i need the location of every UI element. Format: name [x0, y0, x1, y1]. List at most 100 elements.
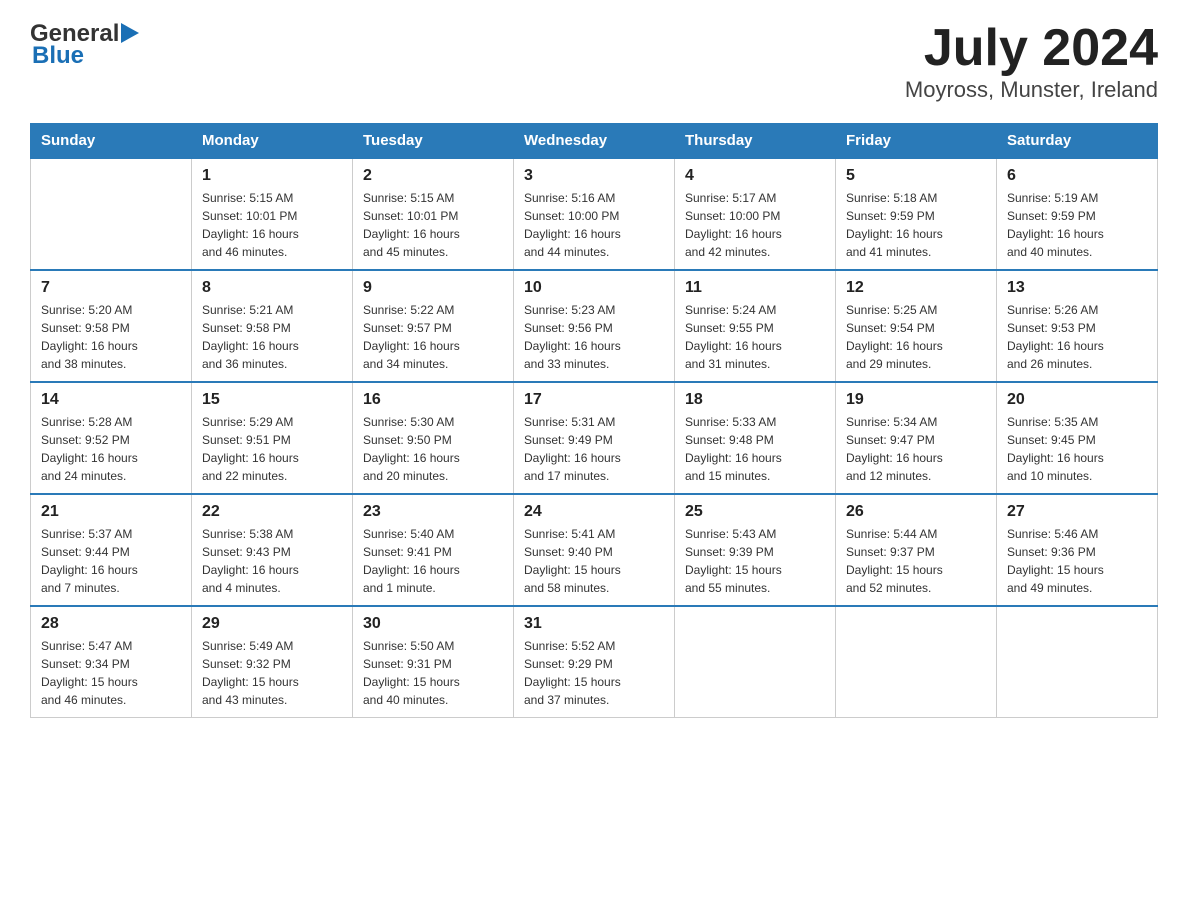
- day-info: Sunrise: 5:28 AM Sunset: 9:52 PM Dayligh…: [41, 413, 181, 485]
- page-title: July 2024: [905, 20, 1158, 77]
- day-number: 30: [363, 615, 503, 633]
- day-number: 24: [524, 503, 664, 521]
- day-number: 25: [685, 503, 825, 521]
- day-of-week-header: Saturday: [997, 124, 1158, 159]
- day-number: 7: [41, 279, 181, 297]
- day-number: 10: [524, 279, 664, 297]
- day-number: 5: [846, 167, 986, 185]
- calendar-cell: 5 Sunrise: 5:18 AM Sunset: 9:59 PM Daylig…: [836, 158, 997, 270]
- day-number: 21: [41, 503, 181, 521]
- day-info: Sunrise: 5:18 AM Sunset: 9:59 PM Dayligh…: [846, 189, 986, 261]
- calendar-cell: 11 Sunrise: 5:24 AM Sunset: 9:55 PM Dayli…: [675, 270, 836, 382]
- calendar-cell: 6Sunrise: 5:19 AM Sunset: 9:59 PM Daylig…: [997, 158, 1158, 270]
- day-info: Sunrise: 5:24 AM Sunset: 9:55 PM Dayligh…: [685, 301, 825, 373]
- day-of-week-header: Monday: [192, 124, 353, 159]
- day-number: 17: [524, 391, 664, 409]
- day-info: Sunrise: 5:21 AM Sunset: 9:58 PM Dayligh…: [202, 301, 342, 373]
- day-number: 20: [1007, 391, 1147, 409]
- logo-blue-text: Blue: [32, 42, 84, 70]
- calendar-cell: 28 Sunrise: 5:47 AM Sunset: 9:34 PM Dayli…: [31, 606, 192, 718]
- day-info: Sunrise: 5:37 AM Sunset: 9:44 PM Dayligh…: [41, 525, 181, 597]
- day-info: Sunrise: 5:40 AM Sunset: 9:41 PM Dayligh…: [363, 525, 503, 597]
- day-number: 23: [363, 503, 503, 521]
- day-info: Sunrise: 5:22 AM Sunset: 9:57 PM Dayligh…: [363, 301, 503, 373]
- day-info: Sunrise: 5:35 AM Sunset: 9:45 PM Dayligh…: [1007, 413, 1147, 485]
- calendar-cell: 12 Sunrise: 5:25 AM Sunset: 9:54 PM Dayli…: [836, 270, 997, 382]
- page-subtitle: Moyross, Munster, Ireland: [905, 77, 1158, 103]
- calendar-cell: 21 Sunrise: 5:37 AM Sunset: 9:44 PM Dayli…: [31, 494, 192, 606]
- day-info: Sunrise: 5:30 AM Sunset: 9:50 PM Dayligh…: [363, 413, 503, 485]
- calendar-cell: 31 Sunrise: 5:52 AM Sunset: 9:29 PM Dayli…: [514, 606, 675, 718]
- calendar-cell: 8 Sunrise: 5:21 AM Sunset: 9:58 PM Daylig…: [192, 270, 353, 382]
- calendar-week-row: 28 Sunrise: 5:47 AM Sunset: 9:34 PM Dayli…: [31, 606, 1158, 718]
- calendar-cell: 2Sunrise: 5:15 AM Sunset: 10:01 PM Dayli…: [353, 158, 514, 270]
- day-of-week-header: Sunday: [31, 124, 192, 159]
- calendar-cell: 10 Sunrise: 5:23 AM Sunset: 9:56 PM Dayli…: [514, 270, 675, 382]
- day-info: Sunrise: 5:26 AM Sunset: 9:53 PM Dayligh…: [1007, 301, 1147, 373]
- calendar-week-row: 1 Sunrise: 5:15 AM Sunset: 10:01 PM Dayli…: [31, 158, 1158, 270]
- day-number: 1: [202, 167, 342, 185]
- day-number: 4: [685, 167, 825, 185]
- day-info: Sunrise: 5:17 AM Sunset: 10:00 PM Daylig…: [685, 189, 825, 261]
- calendar-cell: [836, 606, 997, 718]
- day-number: 29: [202, 615, 342, 633]
- calendar-table: SundayMondayTuesdayWednesdayThursdayFrid…: [30, 123, 1158, 718]
- day-info: Sunrise: 5:44 AM Sunset: 9:37 PM Dayligh…: [846, 525, 986, 597]
- day-of-week-header: Wednesday: [514, 124, 675, 159]
- day-number: 31: [524, 615, 664, 633]
- day-info: Sunrise: 5:50 AM Sunset: 9:31 PM Dayligh…: [363, 637, 503, 709]
- day-number: 19: [846, 391, 986, 409]
- day-number: 14: [41, 391, 181, 409]
- day-info: Sunrise: 5:23 AM Sunset: 9:56 PM Dayligh…: [524, 301, 664, 373]
- day-info: Sunrise: 5:52 AM Sunset: 9:29 PM Dayligh…: [524, 637, 664, 709]
- day-info: Sunrise: 5:49 AM Sunset: 9:32 PM Dayligh…: [202, 637, 342, 709]
- calendar-cell: 22Sunrise: 5:38 AM Sunset: 9:43 PM Dayli…: [192, 494, 353, 606]
- page-header: General Blue July 2024 Moyross, Munster,…: [30, 20, 1158, 103]
- calendar-cell: 7 Sunrise: 5:20 AM Sunset: 9:58 PM Daylig…: [31, 270, 192, 382]
- day-number: 8: [202, 279, 342, 297]
- day-number: 28: [41, 615, 181, 633]
- day-info: Sunrise: 5:25 AM Sunset: 9:54 PM Dayligh…: [846, 301, 986, 373]
- calendar-header-row: SundayMondayTuesdayWednesdayThursdayFrid…: [31, 124, 1158, 159]
- calendar-cell: 15 Sunrise: 5:29 AM Sunset: 9:51 PM Dayli…: [192, 382, 353, 494]
- day-info: Sunrise: 5:41 AM Sunset: 9:40 PM Dayligh…: [524, 525, 664, 597]
- day-info: Sunrise: 5:20 AM Sunset: 9:58 PM Dayligh…: [41, 301, 181, 373]
- calendar-week-row: 21 Sunrise: 5:37 AM Sunset: 9:44 PM Dayli…: [31, 494, 1158, 606]
- calendar-cell: 9 Sunrise: 5:22 AM Sunset: 9:57 PM Daylig…: [353, 270, 514, 382]
- day-info: Sunrise: 5:15 AM Sunset: 10:01 PM Daylig…: [202, 189, 342, 261]
- calendar-cell: 18Sunrise: 5:33 AM Sunset: 9:48 PM Dayli…: [675, 382, 836, 494]
- calendar-week-row: 14 Sunrise: 5:28 AM Sunset: 9:52 PM Dayli…: [31, 382, 1158, 494]
- calendar-cell: [997, 606, 1158, 718]
- calendar-cell: 24 Sunrise: 5:41 AM Sunset: 9:40 PM Dayli…: [514, 494, 675, 606]
- calendar-cell: 1 Sunrise: 5:15 AM Sunset: 10:01 PM Dayli…: [192, 158, 353, 270]
- day-info: Sunrise: 5:29 AM Sunset: 9:51 PM Dayligh…: [202, 413, 342, 485]
- calendar-cell: 23 Sunrise: 5:40 AM Sunset: 9:41 PM Dayli…: [353, 494, 514, 606]
- day-number: 2: [363, 167, 503, 185]
- calendar-cell: 13 Sunrise: 5:26 AM Sunset: 9:53 PM Dayli…: [997, 270, 1158, 382]
- calendar-cell: [31, 158, 192, 270]
- day-number: 3: [524, 167, 664, 185]
- day-number: 27: [1007, 503, 1147, 521]
- day-number: 15: [202, 391, 342, 409]
- day-number: 11: [685, 279, 825, 297]
- calendar-cell: 14 Sunrise: 5:28 AM Sunset: 9:52 PM Dayli…: [31, 382, 192, 494]
- calendar-cell: 16 Sunrise: 5:30 AM Sunset: 9:50 PM Dayli…: [353, 382, 514, 494]
- calendar-cell: 19Sunrise: 5:34 AM Sunset: 9:47 PM Dayli…: [836, 382, 997, 494]
- day-of-week-header: Tuesday: [353, 124, 514, 159]
- calendar-week-row: 7 Sunrise: 5:20 AM Sunset: 9:58 PM Daylig…: [31, 270, 1158, 382]
- calendar-cell: 17Sunrise: 5:31 AM Sunset: 9:49 PM Dayli…: [514, 382, 675, 494]
- day-number: 12: [846, 279, 986, 297]
- day-number: 26: [846, 503, 986, 521]
- day-number: 9: [363, 279, 503, 297]
- day-info: Sunrise: 5:33 AM Sunset: 9:48 PM Dayligh…: [685, 413, 825, 485]
- calendar-cell: 30 Sunrise: 5:50 AM Sunset: 9:31 PM Dayli…: [353, 606, 514, 718]
- day-number: 13: [1007, 279, 1147, 297]
- calendar-cell: 25Sunrise: 5:43 AM Sunset: 9:39 PM Dayli…: [675, 494, 836, 606]
- day-info: Sunrise: 5:47 AM Sunset: 9:34 PM Dayligh…: [41, 637, 181, 709]
- day-number: 16: [363, 391, 503, 409]
- logo: General Blue: [30, 20, 143, 70]
- day-info: Sunrise: 5:19 AM Sunset: 9:59 PM Dayligh…: [1007, 189, 1147, 261]
- calendar-cell: 3Sunrise: 5:16 AM Sunset: 10:00 PM Dayli…: [514, 158, 675, 270]
- title-block: July 2024 Moyross, Munster, Ireland: [905, 20, 1158, 103]
- calendar-cell: 29 Sunrise: 5:49 AM Sunset: 9:32 PM Dayli…: [192, 606, 353, 718]
